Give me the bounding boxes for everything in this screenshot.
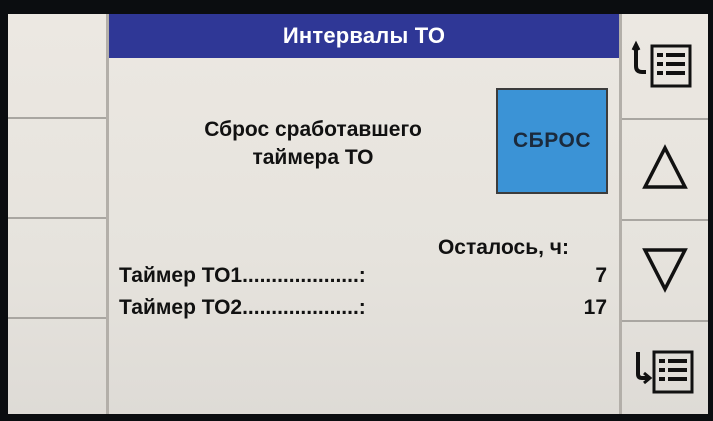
timer-row-to1: Таймер ТО1....................: 7 — [119, 264, 607, 292]
page-title: Интервалы ТО — [109, 14, 619, 58]
list-last-icon — [636, 350, 694, 394]
list-first-icon — [631, 40, 692, 88]
arrow-up-icon — [642, 144, 688, 189]
hmi-screen: Интервалы ТО Сброс сработавшего таймера … — [8, 14, 708, 414]
reset-button[interactable]: СБРОС — [496, 88, 608, 194]
timer-name: Таймер ТО1....................: — [119, 264, 366, 287]
reset-label-line1: Сброс сработавшего — [204, 118, 422, 141]
left-divider — [8, 117, 106, 119]
scroll-up-button[interactable] — [622, 120, 708, 216]
remaining-hours-label: Осталось, ч: — [437, 236, 569, 259]
reset-description: Сброс сработавшего таймера ТО — [153, 116, 473, 172]
timer-value: 17 — [583, 296, 607, 319]
main-panel: Интервалы ТО Сброс сработавшего таймера … — [109, 14, 619, 414]
left-menu-column — [8, 14, 106, 414]
arrow-down-icon — [642, 248, 688, 293]
left-divider — [8, 317, 106, 319]
first-item-button[interactable] — [622, 14, 708, 110]
scroll-down-button[interactable] — [622, 221, 708, 317]
left-divider — [8, 217, 106, 219]
timer-value: 7 — [595, 264, 607, 287]
timer-name: Таймер ТО2....................: — [119, 296, 366, 319]
reset-label-line2: таймера ТО — [252, 146, 374, 169]
timer-row-to2: Таймер ТО2....................: 17 — [119, 296, 607, 324]
right-nav-column — [622, 14, 708, 414]
last-item-button[interactable] — [622, 322, 708, 414]
